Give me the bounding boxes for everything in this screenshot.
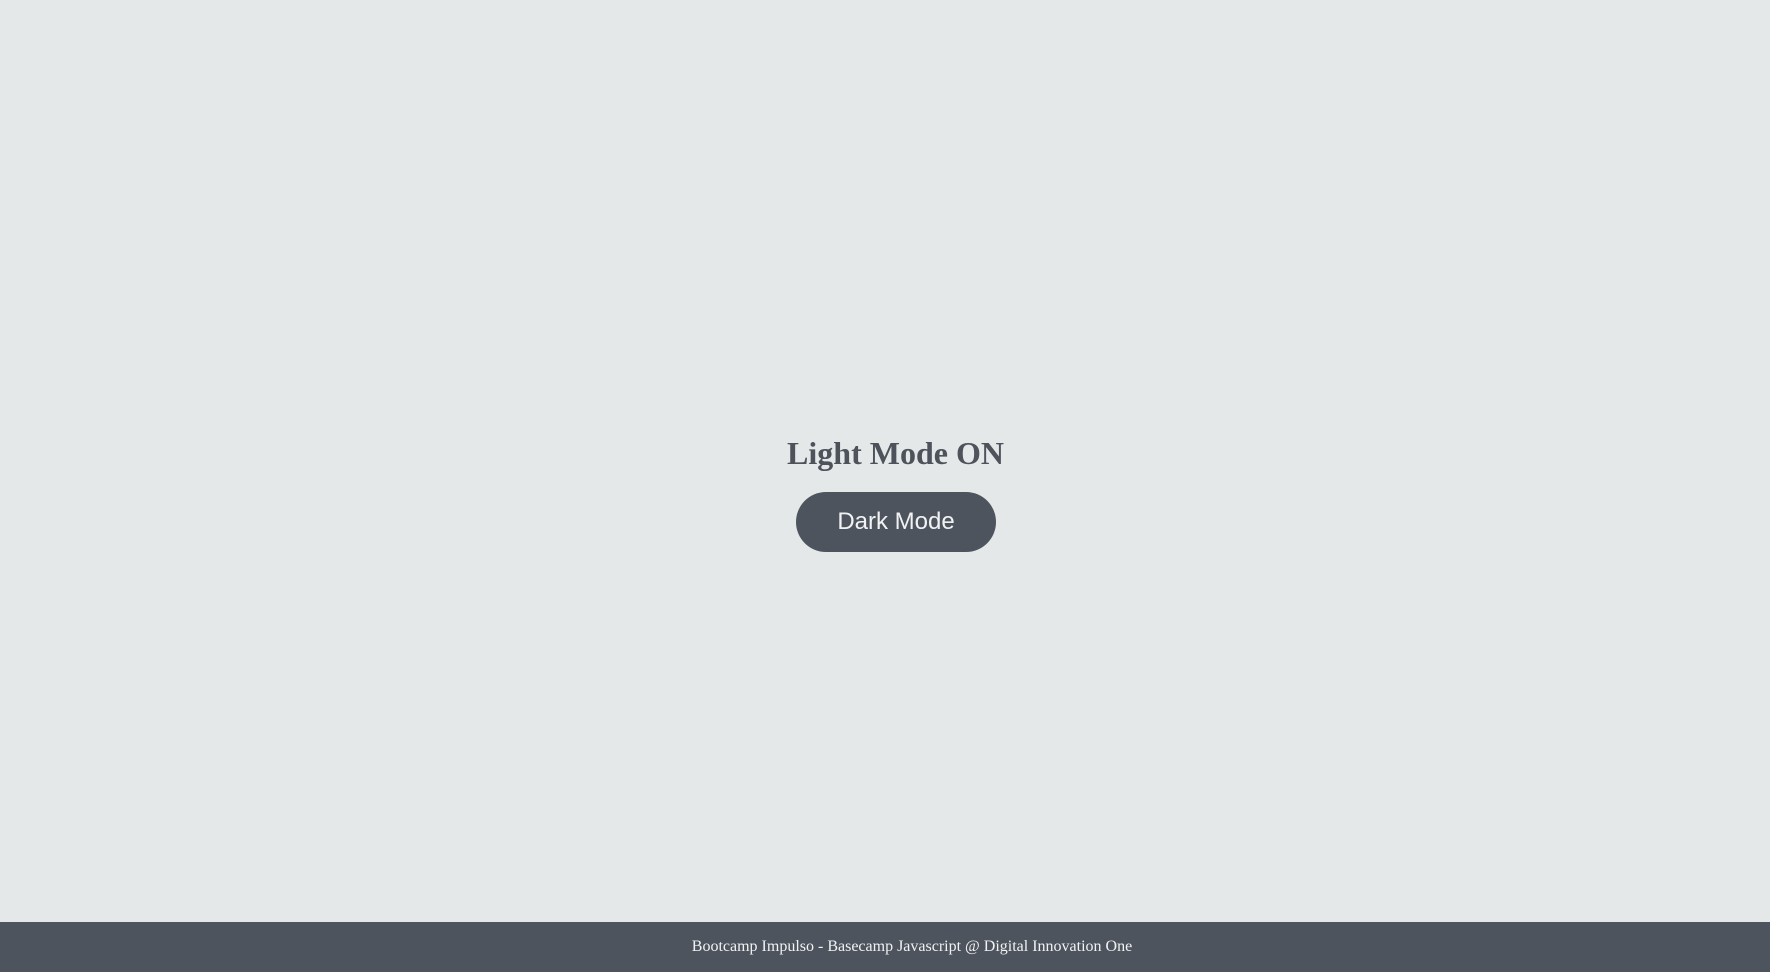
- footer-text: Bootcamp Impulso - Basecamp Javascript @…: [691, 938, 1133, 955]
- main-content: Light Mode ON Dark Mode: [0, 0, 1770, 922]
- page-title: Light Mode ON: [787, 435, 1004, 471]
- footer: Bootcamp Impulso - Basecamp Javascript @…: [0, 922, 1770, 972]
- dark-mode-toggle-button[interactable]: Dark Mode: [796, 492, 996, 552]
